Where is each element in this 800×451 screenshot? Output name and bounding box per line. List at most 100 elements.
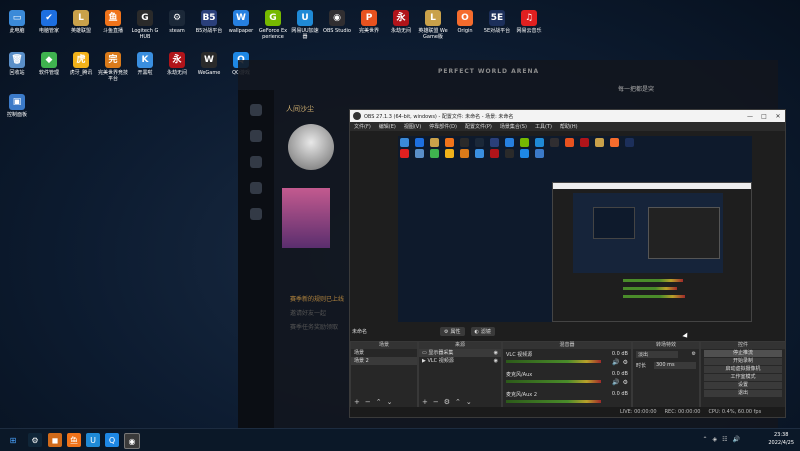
duration-input[interactable]: 300 ms xyxy=(654,362,696,369)
studio-mode-button[interactable]: 工作室模式 xyxy=(704,374,782,381)
down-icon[interactable]: ⌄ xyxy=(466,398,472,406)
maximize-icon[interactable]: □ xyxy=(757,113,771,120)
launcher-news-3[interactable]: 赛季任务奖励领取 xyxy=(290,322,338,331)
start-windows-icon[interactable]: ⊞ xyxy=(6,433,20,447)
add-icon[interactable]: + xyxy=(354,398,360,406)
desktop-icon[interactable]: U 网易UU加速器 xyxy=(290,10,320,40)
obs-menu-item[interactable]: 场景集合(S) xyxy=(500,123,527,130)
tray-chevron-icon[interactable]: ⌃ xyxy=(702,436,707,443)
desktop-icon[interactable]: ◆ 软件管理 xyxy=(34,52,64,76)
desktop-icon[interactable]: 完完美世界竞技平台 xyxy=(98,52,128,82)
remove-icon[interactable]: − xyxy=(433,398,439,406)
desktop-icon[interactable]: O Origin xyxy=(450,10,480,34)
desktop-icon-label: 软件管理 xyxy=(38,70,59,76)
scene-item[interactable]: 场景 2 xyxy=(351,357,417,365)
channel-db: 0.0 dB xyxy=(611,391,628,397)
desktop-icon[interactable]: 永永劫无间 xyxy=(386,10,416,34)
exit-button[interactable]: 退出 xyxy=(704,390,782,397)
desktop-icon[interactable]: G GeForce Experience xyxy=(258,10,288,40)
source-item[interactable]: ▭ 显示器采集 ◉ xyxy=(419,349,501,357)
speaker-icon[interactable]: 🔊 xyxy=(612,379,619,386)
channel-name: 麦克风/Aux xyxy=(506,372,533,378)
sidebar-home-icon[interactable] xyxy=(250,104,262,116)
obs-menu-item[interactable]: 编辑(E) xyxy=(379,123,396,130)
taskbar-uu-icon[interactable]: U xyxy=(86,433,100,447)
transition-select[interactable]: 淡出 xyxy=(636,351,678,358)
preview-icon xyxy=(475,138,484,147)
obs-menu-item[interactable]: 文件(F) xyxy=(354,123,371,130)
sidebar-settings-icon[interactable] xyxy=(250,208,262,220)
sidebar-game-icon[interactable] xyxy=(250,130,262,142)
tray-shield-icon[interactable]: ◈ xyxy=(713,436,718,443)
sidebar-shop-icon[interactable] xyxy=(250,182,262,194)
virtual-camera-button[interactable]: 启动虚拟摄像机 xyxy=(704,366,782,373)
desktop-icon[interactable]: B5 B5对战平台 xyxy=(194,10,224,34)
remove-icon[interactable]: − xyxy=(365,398,371,406)
preview-nested-obs xyxy=(552,182,752,322)
start-recording-button[interactable]: 开始录制 xyxy=(704,358,782,365)
desktop-icon[interactable]: 虎虎牙_腾讯 xyxy=(66,52,96,76)
taskbar-app-icon[interactable]: ◼ xyxy=(48,433,62,447)
close-icon[interactable]: ✕ xyxy=(771,113,785,120)
down-icon[interactable]: ⌄ xyxy=(387,398,393,406)
sidebar-friends-icon[interactable] xyxy=(250,156,262,168)
minimize-icon[interactable]: — xyxy=(743,113,757,120)
desktop-icon[interactable]: 永永劫无间 xyxy=(162,52,192,76)
obs-menu-item[interactable]: 视图(V) xyxy=(404,123,421,130)
scene-item[interactable]: 场景 xyxy=(351,349,417,357)
up-icon[interactable]: ⌃ xyxy=(455,398,461,406)
launcher-account-name: 人间沙尘 xyxy=(286,105,314,113)
eye-icon[interactable]: ◉ xyxy=(494,358,498,364)
desktop-icon[interactable]: W WeGame xyxy=(194,52,224,76)
desktop-icon-label: 英雄联盟 xyxy=(70,28,91,34)
desktop-icon[interactable]: 🗑 回收站 xyxy=(2,52,32,76)
launcher-game-card[interactable] xyxy=(282,188,330,248)
stop-streaming-button[interactable]: 停止推流 xyxy=(704,350,782,357)
desktop-icon[interactable]: ▭ 此电脑 xyxy=(2,10,32,34)
desktop-icon[interactable]: ✔ 电脑管家 xyxy=(34,10,64,34)
gear-icon[interactable]: ⚙ xyxy=(623,379,628,386)
gear-icon[interactable]: ⚙ xyxy=(623,359,628,366)
filters-button[interactable]: ◐ 滤镜 xyxy=(470,327,495,336)
speaker-icon[interactable]: 🔊 xyxy=(612,359,619,366)
gear-icon[interactable]: ⚙ xyxy=(444,398,450,406)
taskbar-clock[interactable]: 23:38 2022/4/25 xyxy=(768,431,794,447)
eye-icon[interactable]: ◉ xyxy=(494,350,498,356)
desktop: ▭ 此电脑 ✔ 电脑管家 L 英雄联盟 鱼斗鱼直播 G Logitech G HUB ⚙ steam… xyxy=(0,0,800,428)
obs-menu-item[interactable]: 帮助(H) xyxy=(560,123,578,130)
tray-volume-icon[interactable]: 🔊 xyxy=(733,436,740,443)
avatar[interactable] xyxy=(288,124,334,170)
taskbar-douyu-icon[interactable]: 鱼 xyxy=(67,433,81,447)
desktop-icon[interactable]: ⚙ steam xyxy=(162,10,192,34)
launcher-news-2[interactable]: 邀请好友一起 xyxy=(290,308,326,317)
desktop-icon[interactable]: 鱼斗鱼直播 xyxy=(98,10,128,34)
obs-window[interactable]: OBS 27.1.3 (64-bit, windows) - 配置文件: 未命名… xyxy=(349,109,786,418)
properties-button[interactable]: ⚙ 属性 xyxy=(440,327,465,336)
desktop-icon[interactable]: G Logitech G HUB xyxy=(130,10,160,40)
desktop-icon-label: 完美世界竞技平台 xyxy=(98,70,129,82)
desktop-icon[interactable]: Wwallpaper xyxy=(226,10,256,34)
obs-title-bar[interactable]: OBS 27.1.3 (64-bit, windows) - 配置文件: 未命名… xyxy=(350,110,785,122)
up-icon[interactable]: ⌃ xyxy=(376,398,382,406)
desktop-icon[interactable]: P 完美世界 xyxy=(354,10,384,34)
obs-menu-item[interactable]: 工具(T) xyxy=(535,123,552,130)
tray-network-icon[interactable]: ☷ xyxy=(722,436,727,443)
obs-menu-item[interactable]: 停靠部件(D) xyxy=(429,123,457,130)
launcher-news-1[interactable]: 赛季新的规则已上线 xyxy=(290,294,344,303)
desktop-icon[interactable]: K 开黑啦 xyxy=(130,52,160,76)
desktop-icon[interactable]: ♫ 网易云音乐 xyxy=(514,10,544,34)
taskbar-obs-icon[interactable]: ◉ xyxy=(124,433,140,449)
taskbar-steam-icon[interactable]: ⚙ xyxy=(28,433,42,447)
desktop-icon[interactable]: L 英雄联盟 WeGame版 xyxy=(418,10,448,40)
add-icon[interactable]: + xyxy=(422,398,428,406)
gear-icon[interactable]: ⚙ xyxy=(692,351,696,358)
desktop-icon[interactable]: ▣ 控制面板 xyxy=(2,94,32,118)
settings-button[interactable]: 设置 xyxy=(704,382,782,389)
source-item[interactable]: ▶ VLC 视频源 ◉ xyxy=(419,357,501,365)
desktop-icon[interactable]: L 英雄联盟 xyxy=(66,10,96,34)
taskbar-qq-icon[interactable]: Q xyxy=(105,433,119,447)
obs-preview[interactable] xyxy=(398,136,752,322)
obs-menu-item[interactable]: 配置文件(P) xyxy=(465,123,492,130)
desktop-icon[interactable]: ◉ OBS Studio xyxy=(322,10,352,34)
desktop-icon[interactable]: 5E 5E对战平台 xyxy=(482,10,512,34)
